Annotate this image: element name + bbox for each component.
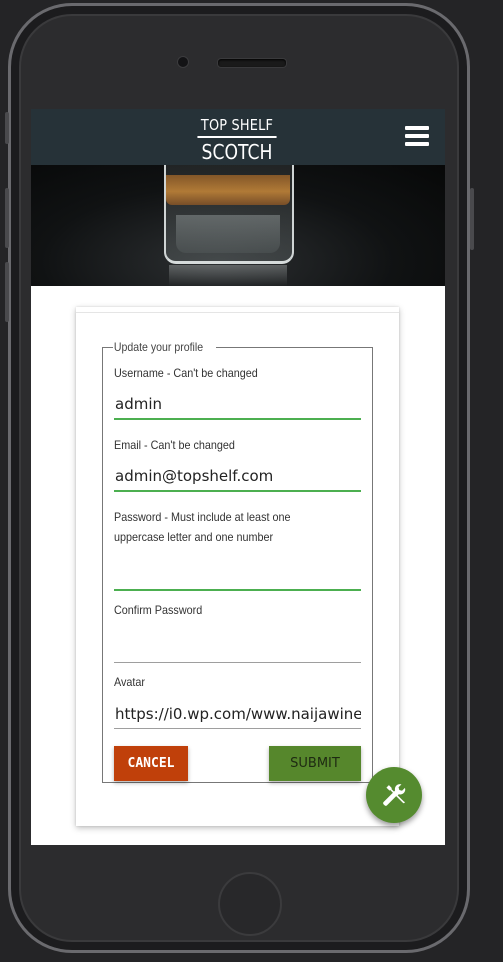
brand-line-2: SCOTCH [201,140,273,164]
brand-line-1: TOP SHELF [197,115,277,138]
navbar: TOP SHELF SCOTCH [31,109,445,165]
volume-down-button [5,262,9,322]
form-legend: Update your profile [113,340,204,354]
submit-button[interactable]: SUBMIT [269,746,361,781]
glass-reflection [169,265,287,286]
phone-screen: TOP SHELF SCOTCH Update your profile Use… [31,109,445,845]
whisky-glass [164,165,294,264]
hero-image [31,165,445,286]
hamburger-icon[interactable] [405,126,429,148]
card-divider [76,312,399,313]
brand-logo[interactable]: TOP SHELF SCOTCH [191,115,283,165]
cancel-button[interactable]: CANCEL [114,746,188,781]
volume-up-button [5,188,9,248]
confirm-password-field[interactable] [114,633,361,663]
front-camera [177,56,189,68]
confirm-password-label: Confirm Password [114,603,203,617]
earpiece-speaker [217,58,287,68]
email-label: Email - Can't be changed [114,438,235,452]
tools-icon [383,784,406,806]
password-label: Password - Must include at least one upp… [114,510,291,544]
avatar-label: Avatar [114,675,146,689]
username-field[interactable]: admin [114,390,361,420]
home-button[interactable] [218,872,282,936]
tools-fab-button[interactable] [366,767,422,823]
email-field[interactable]: admin@topshelf.com [114,462,361,492]
password-field[interactable] [114,561,361,591]
profile-card: Update your profile Username - Can't be … [76,307,399,826]
username-label: Username - Can't be changed [114,366,258,380]
mute-switch [5,112,9,144]
power-button [470,188,474,250]
avatar-url-field[interactable]: https://i0.wp.com/www.naijawinelovers.co… [114,699,361,729]
